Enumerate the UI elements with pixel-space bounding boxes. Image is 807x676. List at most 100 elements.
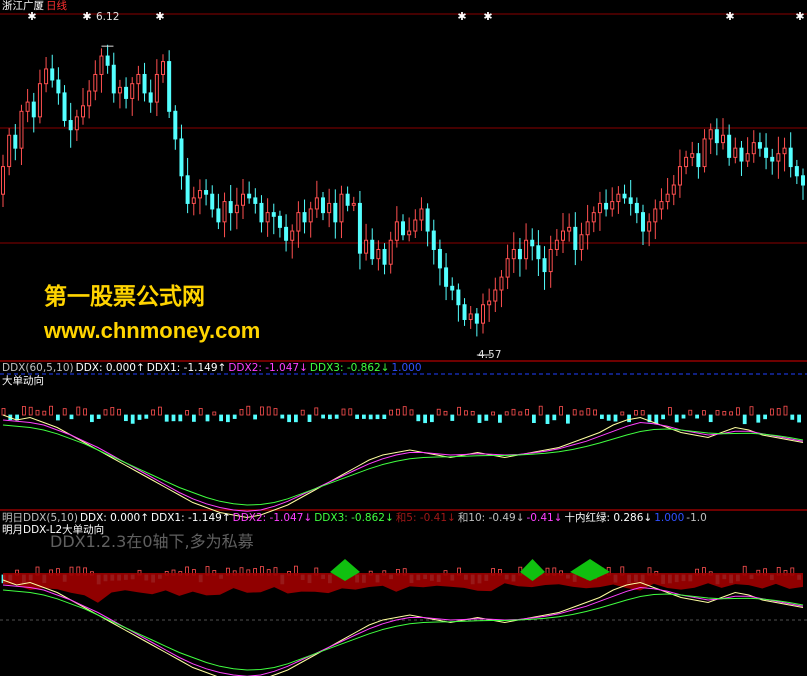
candle-body [81,105,85,118]
candle-body [462,304,467,320]
candle-body [197,190,202,199]
candle-body [302,212,307,223]
candle-body [210,193,215,210]
ddx-bar [776,408,781,416]
candle-body [99,55,104,75]
ddx-bar [327,414,332,420]
candle-body [567,226,572,232]
candle-body [739,147,744,162]
candle-body [481,304,485,324]
ddx-bar [212,411,217,416]
candle-body [524,239,529,260]
ddx-bar [742,414,747,425]
candle-body [191,197,196,204]
ddx-bar [613,414,618,422]
candle-body [437,248,442,269]
candle-body [185,175,190,204]
candle-body [401,221,405,236]
ddx-bar [627,414,631,423]
candle-body [745,153,750,162]
ddx-bar [334,414,339,419]
ddx-bar [15,414,20,421]
candle-body [641,212,645,232]
indicator2-item: 1.000 [654,512,685,524]
candle-body [265,212,270,223]
ddx-bar [49,405,53,416]
candle-body [647,221,652,232]
candle-body [74,116,79,131]
candle-body [93,73,98,92]
ddx-bar [395,408,400,416]
candle-body [284,226,289,241]
candle-body [413,219,418,232]
ddx-bar [266,406,271,416]
indicator2-item: DDX: 0.000↑ [79,512,150,524]
watermark-url: www.chnmoney.com [44,318,261,343]
ddx-bar [144,414,149,419]
candle-body [505,258,510,278]
ddx-bar [763,414,767,420]
candle-body [733,147,738,158]
candle-body [321,197,325,214]
ddx-bar [205,414,210,422]
ddx-bar [606,414,611,421]
candle-body [241,193,245,206]
candle-body [708,129,713,140]
candle-body [751,142,756,155]
ddx-bar [191,414,196,422]
candle-body [234,204,239,214]
indicator1-item: DDX: 0.000↑ [75,362,145,374]
candle-body [499,276,504,291]
candle-body [277,215,282,228]
ddx-bar [321,414,326,419]
candle-body [450,285,455,291]
candle-body [44,68,49,85]
indicator2-item: -0.41↓ [526,512,563,524]
ddx-bar [110,407,115,416]
low-price-label: 4.57 [478,349,502,361]
candle-body [788,147,793,168]
ddx-bar [198,408,203,416]
indicator2-item: 明日DDX(5,10) [2,512,78,524]
indicator1-item: DDX2: -1.047↓ [228,362,308,374]
ddx-bar [620,411,625,416]
candle-body [142,73,147,94]
ddx-bar [280,414,285,419]
series-line-ddx2 [2,419,804,512]
candle-body [554,239,559,250]
ddx-bar [124,414,128,422]
candle-body [382,248,387,265]
ddx-bar [361,414,366,419]
ddx-bar [436,408,441,416]
star-marker-icon: ✱ [155,10,164,23]
candle-body [13,134,18,149]
candle-body [296,212,301,232]
ddx-bar [538,405,543,416]
ddx-bar [491,411,496,416]
ddx-bar [293,414,298,423]
stock-name[interactable]: 浙江广厦 [2,0,44,12]
candle-body [25,101,30,112]
candle-body [801,175,805,186]
star-marker-icon: ✱ [795,10,804,23]
indicator2-item: 和10: -0.49↓ [457,512,525,524]
period-label[interactable]: 日线 [46,0,67,12]
candle-body [425,208,430,232]
ddx-bar [702,410,706,416]
candle-body [456,289,461,306]
ddx-bar [722,411,727,416]
ddx-bar [314,407,319,416]
candle-body [204,190,209,195]
ddx-bar [674,414,679,423]
series-line-2-ddx3 [2,589,804,671]
candle-body [653,208,658,223]
ddx-bar [225,414,230,423]
ddx-bar [341,408,346,416]
candle-body [167,61,172,112]
indicator1-item: 1.000 [391,362,422,374]
ddx-bar [62,408,67,416]
ddx-bar [634,410,638,416]
candle-body [37,83,42,118]
watermark-title: 第一股票公式网 [44,283,205,309]
ddx-bar [171,414,176,422]
